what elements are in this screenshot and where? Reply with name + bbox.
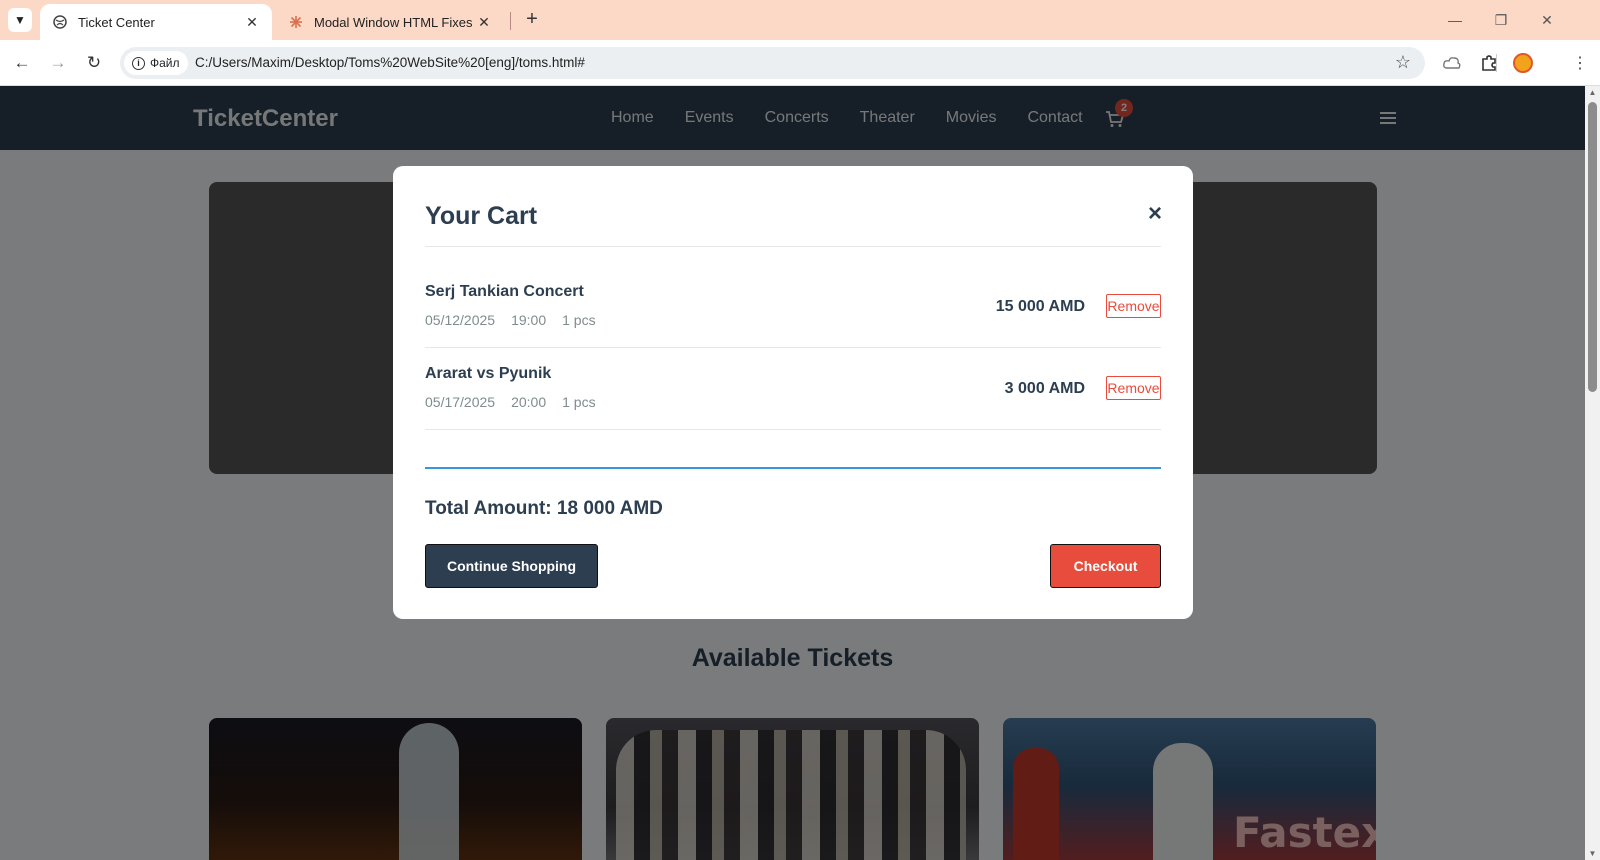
continue-shopping-button[interactable]: Continue Shopping (425, 544, 598, 588)
tab-close-icon[interactable]: ✕ (476, 14, 492, 31)
cart-item-name: Ararat vs Pyunik (425, 365, 552, 382)
tab-search-chevron-icon[interactable]: ▼ (8, 8, 32, 32)
restore-icon[interactable]: ❐ (1478, 6, 1524, 34)
reload-icon[interactable]: ↻ (79, 48, 109, 78)
site-info-chip[interactable]: i Файл (124, 51, 188, 75)
site-info-label: Файл (150, 56, 180, 70)
scroll-up-icon[interactable]: ▲ (1588, 88, 1597, 97)
window-close-icon[interactable]: ✕ (1524, 6, 1570, 34)
cart-item: Ararat vs Pyunik 05/17/2025 20:00 1 pcs … (425, 348, 1161, 430)
cart-item: Serj Tankian Concert 05/12/2025 19:00 1 … (425, 266, 1161, 348)
cart-item-meta: 05/12/2025 19:00 1 pcs (425, 312, 596, 328)
cart-modal: Your Cart × Serj Tankian Concert 05/12/2… (393, 166, 1193, 619)
cart-item-meta: 05/17/2025 20:00 1 pcs (425, 394, 596, 410)
tab-title: Modal Window HTML Fixes - Cl (314, 14, 476, 30)
cart-item-time: 20:00 (511, 394, 547, 410)
scroll-down-icon[interactable]: ▼ (1588, 849, 1597, 858)
checkout-button[interactable]: Checkout (1050, 544, 1161, 588)
new-tab-plus-icon[interactable]: + (520, 8, 544, 32)
tab-modal-window[interactable]: Modal Window HTML Fixes - Cl ✕ (276, 4, 504, 40)
browser-tab-bar: ▼ Ticket Center ✕ Modal Window HTML Fixe… (0, 0, 1600, 40)
scrollbar-thumb[interactable] (1588, 102, 1597, 392)
bookmark-star-icon[interactable]: ☆ (1395, 52, 1411, 73)
modal-close-icon[interactable]: × (1145, 202, 1165, 226)
tab-title: Ticket Center (78, 14, 155, 30)
browser-toolbar: ← → ↻ i Файл C:/Users/Maxim/Desktop/Toms… (0, 40, 1600, 86)
cart-item-qty: 1 pcs (562, 312, 596, 328)
toolbar-separator (1496, 54, 1497, 72)
address-bar[interactable]: i Файл C:/Users/Maxim/Desktop/Toms%20Web… (120, 47, 1425, 79)
minimize-icon[interactable]: — (1432, 6, 1478, 34)
cart-total: Total Amount: 18 000 AMD (425, 498, 663, 519)
claude-sunburst-icon (288, 14, 304, 30)
back-arrow-icon[interactable]: ← (7, 48, 37, 78)
remove-item-button[interactable]: Remove (1106, 376, 1161, 400)
total-divider (425, 467, 1161, 469)
extension-puzzle-cloud-icon[interactable] (1441, 52, 1463, 74)
kebab-menu-icon[interactable]: ⋮ (1569, 52, 1591, 74)
page-scrollbar[interactable]: ▲ ▼ (1585, 86, 1600, 860)
tab-separator (510, 12, 511, 30)
cart-item-price: 3 000 AMD (1004, 380, 1085, 397)
cart-item-name: Serj Tankian Concert (425, 283, 584, 300)
modal-title: Your Cart (425, 202, 538, 230)
forward-arrow-icon[interactable]: → (43, 48, 73, 78)
globe-icon (52, 14, 68, 30)
profile-avatar-icon[interactable] (1512, 52, 1534, 74)
info-icon: i (132, 56, 145, 70)
cart-item-date: 05/17/2025 (425, 394, 496, 410)
url-text[interactable]: C:/Users/Maxim/Desktop/Toms%20WebSite%20… (195, 55, 585, 70)
cart-item-price: 15 000 AMD (995, 298, 1085, 315)
cart-item-qty: 1 pcs (562, 394, 596, 410)
modal-divider (425, 246, 1161, 247)
tab-close-icon[interactable]: ✕ (244, 14, 260, 31)
remove-item-button[interactable]: Remove (1106, 294, 1161, 318)
tab-ticket-center[interactable]: Ticket Center ✕ (40, 4, 272, 40)
cart-item-time: 19:00 (511, 312, 547, 328)
cart-item-date: 05/12/2025 (425, 312, 496, 328)
